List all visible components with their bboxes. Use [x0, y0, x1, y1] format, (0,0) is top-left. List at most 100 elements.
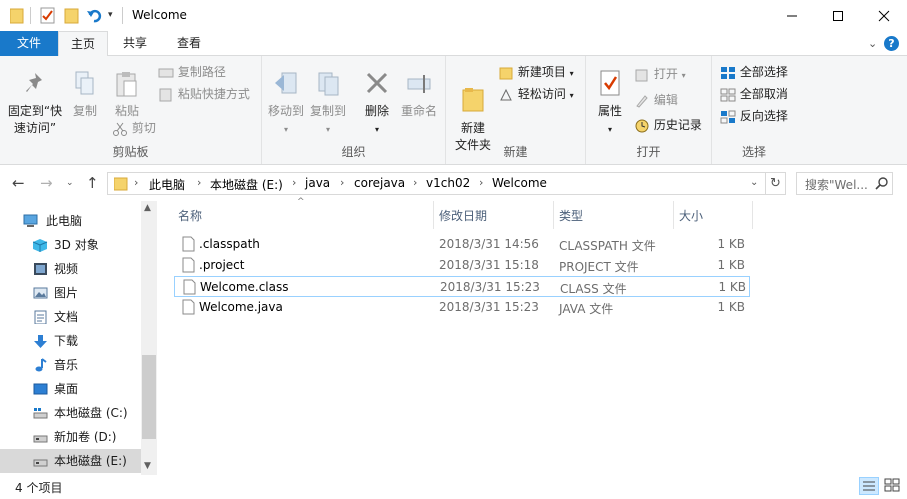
file-row[interactable]: Welcome.java 2018/3/31 15:23 JAVA 文件 1 K…: [174, 297, 750, 318]
column-divider[interactable]: [433, 201, 434, 229]
invert-selection-button[interactable]: 反向选择: [720, 106, 788, 126]
maximize-button[interactable]: [815, 0, 861, 31]
breadcrumb-separator[interactable]: ›: [413, 176, 417, 189]
nav-item-videos[interactable]: 视频: [0, 257, 141, 281]
breadcrumb-java[interactable]: java: [305, 176, 330, 190]
large-icons-view-button[interactable]: [883, 477, 903, 495]
close-button[interactable]: [861, 0, 907, 31]
breadcrumb-separator[interactable]: ›: [197, 176, 201, 189]
collapse-ribbon-icon[interactable]: ⌄: [868, 37, 877, 50]
tab-view[interactable]: 查看: [164, 31, 214, 56]
nav-item-drive-c[interactable]: 本地磁盘 (C:): [0, 401, 141, 425]
nav-scrollbar[interactable]: ▲ ▼: [141, 201, 157, 475]
open-button[interactable]: 打开 ▾: [634, 64, 686, 84]
column-divider[interactable]: [673, 201, 674, 229]
copy-label: 复制: [72, 104, 97, 118]
breadcrumb-drive-e[interactable]: 本地磁盘 (E:): [210, 176, 283, 193]
refresh-button[interactable]: ↻: [766, 172, 786, 195]
undo-icon[interactable]: [86, 7, 102, 24]
back-button[interactable]: ←: [12, 174, 25, 192]
file-row[interactable]: .project 2018/3/31 15:18 PROJECT 文件 1 KB: [174, 255, 750, 276]
rename-button[interactable]: 重命名: [398, 70, 440, 120]
quick-access-dropdown-icon[interactable]: ▾: [108, 10, 113, 27]
help-icon[interactable]: ?: [884, 36, 899, 51]
nav-item-drive-d[interactable]: 新加卷 (D:): [0, 425, 141, 449]
scroll-down-icon[interactable]: ▼: [144, 461, 151, 471]
column-header-size[interactable]: 大小: [679, 207, 703, 224]
file-name: .classpath: [199, 237, 260, 251]
rename-label: 重命名: [400, 104, 437, 118]
open-label: 打开: [653, 67, 678, 81]
column-header-date[interactable]: 修改日期: [439, 207, 487, 224]
clipboard-group-label: 剪贴板: [112, 145, 149, 159]
paste-button[interactable]: 粘贴: [108, 70, 146, 120]
column-header-type[interactable]: 类型: [559, 207, 583, 224]
breadcrumb-separator[interactable]: ›: [479, 176, 483, 189]
properties-label: 属性: [597, 104, 622, 118]
nav-item-downloads[interactable]: 下载: [0, 329, 141, 353]
move-to-button[interactable]: 移动到 ▾: [266, 70, 306, 138]
edit-button[interactable]: 编辑: [634, 90, 678, 110]
file-row-focused[interactable]: Welcome.class 2018/3/31 15:23 CLASS 文件 1…: [174, 276, 750, 297]
nav-item-pictures[interactable]: 图片: [0, 281, 141, 305]
address-dropdown-icon[interactable]: ⌄: [750, 177, 758, 188]
address-bar[interactable]: › 此电脑 › 本地磁盘 (E:) › java › corejava › v1…: [107, 172, 766, 195]
details-view-button[interactable]: [859, 477, 879, 495]
pin-quick-access-button[interactable]: 固定到“快速访问”: [5, 70, 65, 137]
breadcrumb-welcome[interactable]: Welcome: [492, 176, 547, 190]
copy-button[interactable]: 复制: [68, 70, 102, 120]
column-divider[interactable]: [553, 201, 554, 229]
organize-group: 移动到 ▾ 复制到 ▾ 删除 ▾ 重命名 组织: [262, 56, 446, 164]
breadcrumb-separator[interactable]: ›: [340, 176, 344, 189]
scroll-up-icon[interactable]: ▲: [144, 203, 151, 213]
select-all-button[interactable]: 全部选择: [720, 62, 788, 82]
tab-home[interactable]: 主页: [58, 31, 108, 57]
minimize-button[interactable]: [769, 0, 815, 31]
breadcrumb-v1ch02[interactable]: v1ch02: [426, 176, 470, 190]
new-folder-button[interactable]: 新建 文件夹: [452, 68, 494, 154]
file-row[interactable]: .classpath 2018/3/31 14:56 CLASSPATH 文件 …: [174, 234, 750, 255]
nav-item-this-pc[interactable]: 此电脑: [0, 209, 141, 233]
nav-item-music[interactable]: 音乐: [0, 353, 141, 377]
file-icon: [183, 279, 196, 295]
move-to-label: 移动到: [267, 104, 304, 118]
breadcrumb-separator[interactable]: ›: [134, 176, 138, 189]
file-icon: [182, 236, 195, 252]
properties-button[interactable]: 属性 ▾: [592, 68, 628, 138]
tab-file[interactable]: 文件: [0, 31, 58, 56]
up-button[interactable]: ↑: [86, 174, 99, 192]
nav-label: 音乐: [54, 358, 79, 372]
properties-check-icon[interactable]: [40, 7, 56, 24]
search-input[interactable]: 搜索"Wel...: [796, 172, 893, 195]
copy-path-button[interactable]: 复制路径: [158, 62, 226, 82]
sort-ascending-icon: ^: [297, 197, 305, 207]
history-button[interactable]: 历史记录: [634, 115, 702, 135]
delete-button[interactable]: 删除 ▾: [360, 70, 394, 138]
column-header-name[interactable]: 名称: [178, 207, 202, 224]
tab-share[interactable]: 共享: [112, 31, 158, 56]
new-item-button[interactable]: 新建项目 ▾: [498, 62, 574, 82]
new-folder-icon[interactable]: [64, 7, 80, 24]
nav-item-3d-objects[interactable]: 3D 对象: [0, 233, 141, 257]
copy-to-button[interactable]: 复制到 ▾: [308, 70, 348, 138]
cut-button[interactable]: 剪切: [112, 118, 156, 138]
paste-shortcut-button[interactable]: 粘贴快捷方式: [158, 84, 250, 104]
breadcrumb-corejava[interactable]: corejava: [354, 176, 405, 190]
nav-label: 文档: [54, 310, 79, 324]
file-date: 2018/3/31 15:18: [439, 258, 539, 272]
nav-item-desktop[interactable]: 桌面: [0, 377, 141, 401]
file-date: 2018/3/31 14:56: [439, 237, 539, 251]
breadcrumb-separator[interactable]: ›: [292, 176, 296, 189]
nav-item-documents[interactable]: 文档: [0, 305, 141, 329]
breadcrumb-this-pc[interactable]: 此电脑: [149, 176, 185, 193]
column-divider[interactable]: [752, 201, 753, 229]
forward-button[interactable]: →: [40, 174, 53, 192]
invert-selection-icon: [720, 110, 736, 123]
select-none-button[interactable]: 全部取消: [720, 84, 788, 104]
nav-item-drive-e[interactable]: 本地磁盘 (E:): [0, 449, 141, 473]
recent-locations-icon[interactable]: ⌄: [66, 178, 74, 188]
easy-access-button[interactable]: 轻松访问 ▾: [498, 84, 574, 104]
scrollbar-thumb[interactable]: [142, 355, 156, 439]
nav-label: 此电脑: [46, 214, 83, 228]
pictures-icon: [33, 287, 48, 299]
